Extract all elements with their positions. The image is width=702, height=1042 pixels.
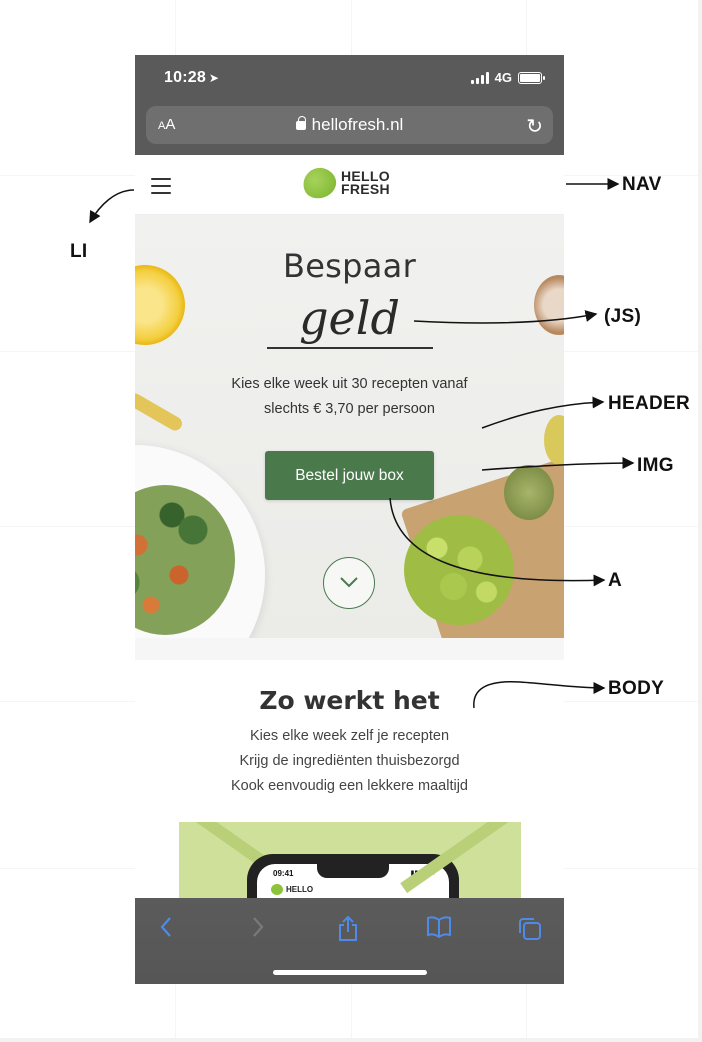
bookmarks-icon[interactable]: [424, 916, 454, 946]
safari-address-area: AA hellofresh.nl ↻: [135, 103, 564, 155]
hero-rotating-word: geld: [299, 291, 400, 345]
mockup-status-icons: ▮▮ ◠ ▭: [410, 870, 435, 877]
location-icon: ➤: [208, 71, 220, 85]
lock-icon: [295, 116, 306, 130]
step-text: Krijg de ingrediënten thuisbezorgd: [239, 753, 460, 769]
phone-screenshot: 10:28 ➤ 4G AA hellofresh.nl ↻ HELLO FRESH: [135, 55, 564, 984]
section-divider: [135, 638, 564, 660]
artichoke-image: [504, 465, 554, 520]
mockup-logo: HELLO: [271, 884, 313, 895]
share-icon[interactable]: [333, 915, 363, 946]
scroll-down-button[interactable]: [323, 557, 375, 609]
hero-underline: [267, 347, 433, 349]
hero-subtitle: Kies elke week uit 30 recepten vanaf sle…: [135, 372, 564, 422]
address-bar[interactable]: AA hellofresh.nl ↻: [146, 106, 553, 144]
lime-logo-icon: [271, 884, 283, 895]
url-text: hellofresh.nl: [311, 115, 404, 134]
vegetable-image: [544, 415, 564, 465]
site-nav: HELLO FRESH: [135, 155, 564, 215]
status-time: 10:28 ➤: [164, 69, 219, 87]
mockup-time: 09:41: [273, 869, 294, 878]
annotation-nav: NAV: [622, 174, 662, 195]
lime-logo-icon: [298, 163, 341, 203]
network-type: 4G: [494, 70, 512, 85]
annotation-img: IMG: [637, 455, 674, 476]
mockup-logo-text: HELLO: [286, 885, 314, 894]
hamburger-icon[interactable]: [151, 178, 171, 194]
order-box-button[interactable]: Bestel jouw box: [265, 451, 434, 500]
tabs-icon[interactable]: [515, 916, 545, 946]
chevron-down-icon: [340, 577, 358, 588]
how-it-works-steps: Kies elke week zelf je recepten Krijg de…: [135, 724, 564, 799]
logo-line-2: FRESH: [341, 181, 390, 197]
annotation-body: BODY: [608, 678, 665, 699]
reload-icon[interactable]: ↻: [526, 114, 543, 139]
phone-notch: [317, 864, 389, 878]
url-display[interactable]: hellofresh.nl: [146, 115, 553, 135]
status-indicators: 4G: [470, 70, 545, 85]
clock: 10:28: [164, 69, 206, 86]
annotation-a: A: [608, 570, 623, 591]
how-it-works-title: Zo werkt het: [259, 686, 440, 715]
hero-header: Bespaar geld Kies elke week uit 30 recep…: [135, 215, 564, 638]
annotation-js: (JS): [604, 306, 642, 327]
hero-title: Bespaar: [282, 247, 417, 285]
hellofresh-logo[interactable]: HELLO FRESH: [298, 163, 390, 203]
romanesco-image: [404, 515, 514, 625]
step-text: Kook eenvoudig een lekkere maaltijd: [231, 778, 468, 794]
hero-subtitle-line: Kies elke week uit 30 recepten vanaf: [231, 376, 468, 392]
logo-text: HELLO FRESH: [341, 169, 390, 197]
status-bar: 10:28 ➤ 4G: [135, 55, 564, 103]
back-icon[interactable]: [151, 916, 181, 946]
hero-subtitle-line: slechts € 3,70 per persoon: [264, 401, 435, 417]
annotation-li: LI: [70, 241, 88, 262]
signal-icon: [470, 71, 489, 84]
forward-icon[interactable]: [243, 916, 273, 946]
annotation-header: HEADER: [608, 393, 691, 414]
home-indicator: [273, 970, 427, 975]
safari-toolbar: [135, 898, 564, 984]
step-text: Kies elke week zelf je recepten: [249, 728, 450, 744]
battery-icon: [518, 71, 545, 84]
